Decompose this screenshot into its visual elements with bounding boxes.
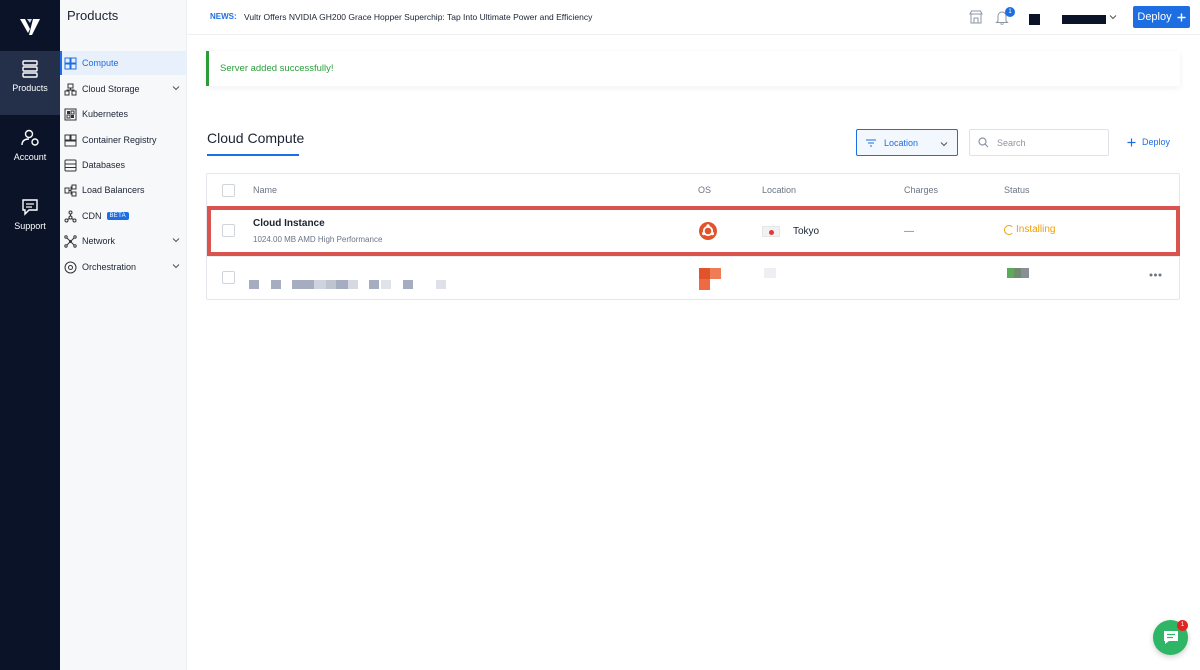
sidebar-item-cloud-storage[interactable]: Cloud Storage xyxy=(60,77,187,101)
sidebar-item-load-balancers[interactable]: Load Balancers xyxy=(60,178,187,202)
column-header-status[interactable]: Status xyxy=(1004,185,1030,195)
sidebar-item-compute[interactable]: Compute xyxy=(60,51,187,75)
success-alert: Server added successfully! xyxy=(206,51,1180,86)
column-header-charges[interactable]: Charges xyxy=(904,185,938,195)
deploy-button-label: Deploy xyxy=(1137,11,1172,23)
location-filter-label: Location xyxy=(884,137,919,148)
support-chat-icon xyxy=(22,199,38,216)
chevron-down-icon[interactable] xyxy=(1109,13,1117,21)
sidebar-item-network[interactable]: Network xyxy=(60,229,187,253)
instance-plan: 1024.00 MB AMD High Performance xyxy=(253,235,383,244)
database-icon xyxy=(64,159,77,171)
sidebar-item-kubernetes[interactable]: Kubernetes xyxy=(60,102,187,126)
orchestration-icon xyxy=(64,261,77,273)
vultr-logo-icon[interactable] xyxy=(18,16,42,40)
more-dots-icon[interactable] xyxy=(1149,273,1162,277)
chevron-down-icon[interactable] xyxy=(172,236,180,244)
rail-account-label: Account xyxy=(13,152,47,162)
top-bar: NEWS: Vultr Offers NVIDIA GH200 Grace Ho… xyxy=(187,0,1200,35)
beta-badge: BETA xyxy=(106,212,129,220)
chevron-down-icon xyxy=(940,142,948,147)
japan-flag-icon xyxy=(762,226,780,237)
sidebar-item-label: Network xyxy=(82,236,116,246)
tab-cloud-compute[interactable]: Cloud Compute xyxy=(207,130,304,146)
deploy-link-label: Deploy xyxy=(1142,137,1171,147)
sidebar-item-container-registry[interactable]: Container Registry xyxy=(60,128,187,152)
server-stack-icon xyxy=(22,60,38,78)
pixelated-os-icon xyxy=(699,268,721,290)
instance-charges: — xyxy=(904,226,914,237)
search-icon xyxy=(978,137,989,148)
search-input[interactable] xyxy=(997,137,1097,148)
notification-count-badge: 1 xyxy=(1005,7,1015,17)
sidebar-item-label: Databases xyxy=(82,160,126,170)
main-rail: Products Account Support xyxy=(0,0,60,670)
column-header-name[interactable]: Name xyxy=(253,185,277,195)
obscured-status xyxy=(1007,268,1029,278)
news-tag: NEWS: xyxy=(210,12,237,21)
location-filter-dropdown[interactable]: Location xyxy=(856,129,958,156)
storage-icon xyxy=(64,83,77,95)
news-headline-link[interactable]: Vultr Offers NVIDIA GH200 Grace Hopper S… xyxy=(244,12,592,22)
obscured-flag xyxy=(764,268,776,278)
user-avatar[interactable] xyxy=(1029,14,1040,25)
instance-name-link[interactable]: Cloud Instance xyxy=(253,218,325,229)
rail-products[interactable]: Products xyxy=(0,51,60,115)
rail-account[interactable]: Account xyxy=(0,120,60,184)
sidebar-item-label: Cloud Storage xyxy=(82,84,140,94)
rail-support[interactable]: Support xyxy=(0,189,60,253)
plus-icon xyxy=(1177,13,1186,21)
registry-icon xyxy=(64,134,77,146)
deploy-link[interactable]: Deploy xyxy=(1127,137,1170,147)
deploy-button[interactable]: Deploy xyxy=(1133,6,1190,28)
sidebar-item-label: Kubernetes xyxy=(82,109,129,119)
filter-icon xyxy=(866,139,876,146)
chevron-down-icon[interactable] xyxy=(172,262,180,270)
chat-icon xyxy=(1163,631,1178,644)
rail-support-label: Support xyxy=(14,221,46,231)
sidebar-item-databases[interactable]: Databases xyxy=(60,153,187,177)
network-icon xyxy=(64,234,77,248)
table-row-obscured[interactable] xyxy=(207,257,1180,299)
plus-icon xyxy=(1127,138,1136,146)
chat-unread-badge: 1 xyxy=(1177,620,1188,631)
sidebar-item-orchestration[interactable]: Orchestration xyxy=(60,255,187,279)
sidebar-item-label: Orchestration xyxy=(82,262,137,272)
account-gear-icon xyxy=(21,129,39,146)
row-checkbox[interactable] xyxy=(222,224,235,237)
row-checkbox[interactable] xyxy=(222,271,235,284)
sidebar-item-label: Container Registry xyxy=(82,135,157,145)
active-tab-indicator xyxy=(207,154,299,156)
sidebar-item-label: Compute xyxy=(82,58,119,68)
loading-spinner-icon xyxy=(1004,224,1014,235)
status-label: Installing xyxy=(1016,224,1056,235)
status-badge: Installing xyxy=(1004,224,1055,235)
compute-icon xyxy=(64,57,77,69)
rail-products-label: Products xyxy=(12,83,48,93)
column-header-os: OS xyxy=(698,185,712,195)
instance-location: Tokyo xyxy=(793,226,820,237)
user-name-redacted[interactable] xyxy=(1062,15,1106,24)
kubernetes-icon xyxy=(64,108,77,120)
search-box[interactable] xyxy=(969,129,1109,156)
marketplace-store-icon[interactable] xyxy=(969,10,983,24)
sidebar-item-cdn[interactable]: CDN BETA xyxy=(60,204,187,228)
load-balancer-icon xyxy=(64,184,77,196)
sidebar-item-label: CDN xyxy=(82,211,102,221)
products-sidebar: Products Compute Cloud Storage Kubernete… xyxy=(60,0,187,670)
column-header-location[interactable]: Location xyxy=(762,185,796,195)
cdn-icon xyxy=(64,210,77,222)
sidebar-item-label: Load Balancers xyxy=(82,185,145,195)
sidebar-title: Products xyxy=(67,8,119,23)
chevron-down-icon[interactable] xyxy=(172,84,180,92)
ubuntu-icon xyxy=(699,222,717,240)
success-alert-message: Server added successfully! xyxy=(220,63,334,74)
select-all-checkbox[interactable] xyxy=(222,184,235,197)
